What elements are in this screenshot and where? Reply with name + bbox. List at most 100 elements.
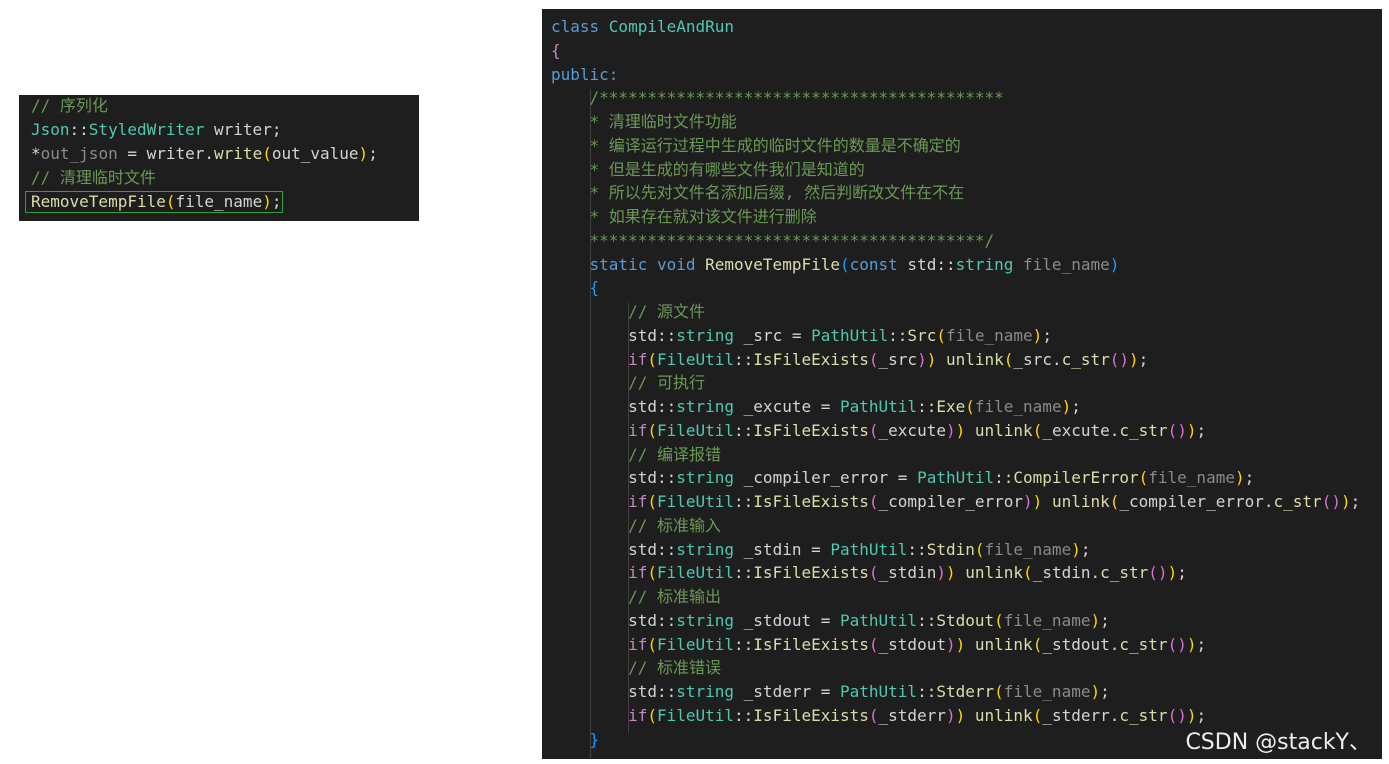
code-line: public: [551,63,618,87]
code-token: _stdin. [1032,563,1101,583]
code-token: ) [1071,539,1081,559]
code-token: () [1109,349,1130,369]
code-token: FileUtil [656,563,735,583]
code-token: if [628,349,648,369]
code-token: ) [1032,492,1043,511]
code-token: RemoveTempFile [705,254,840,274]
code-token: c_str [1119,634,1168,654]
code-token: file_name [1148,468,1235,488]
code-token: file_name [1003,682,1091,701]
code-token: _stdout = [734,610,840,630]
code-token: RemoveTempFile [31,192,166,211]
code-token: // 标准输入 [628,515,721,535]
code-token: c_str [1119,705,1168,725]
code-token: ) [1129,349,1139,369]
code-token: :: [734,705,754,725]
code-token: ; [1080,539,1091,559]
code-token: file_name [1003,610,1091,630]
code-token: ) [1090,682,1101,701]
code-token: IsFileExists [753,492,869,511]
code-token: PathUtil [840,397,918,416]
code-token: ) [358,144,369,163]
code-token: ) [945,420,956,440]
code-token: ( [647,634,657,654]
code-token: ) [1090,610,1101,630]
code-token: :: [917,682,937,701]
code-token: ) [1061,397,1072,416]
code-token: _stderr. [1042,705,1120,725]
code-token: Stdout [936,610,995,630]
code-token: _excute. [1042,420,1120,440]
code-token: = writer. [117,144,215,163]
code-token: ( [994,682,1004,701]
code-token: _stdout. [1042,634,1120,654]
code-token: unlink [965,563,1024,583]
code-token: ( [165,192,176,211]
code-token: FileUtil [656,492,735,511]
code-token: _src = [734,325,812,345]
code-token: FileUtil [656,634,735,654]
code-line: // 标准错误 [551,656,721,680]
code-token: FileUtil [656,349,735,369]
code-token: :: [917,397,937,416]
code-line: if(FileUtil::IsFileExists(_stdin)) unlin… [551,561,1187,585]
code-token: ( [1138,468,1149,488]
code-token: string [676,610,735,630]
code-line: // 标准输出 [551,585,721,609]
code-line: std::string _stdin = PathUtil::Stdin(fil… [551,538,1090,562]
code-token: if [628,492,648,511]
code-token: string [676,682,735,701]
code-token: ( [994,610,1004,630]
code-token: ; [1071,397,1081,416]
code-token: _compiler_error. [1119,492,1274,511]
code-token: ( [1023,563,1033,583]
code-token: _excute = [734,397,840,416]
code-token: std:: [551,539,677,559]
code-token: ( [647,705,657,725]
code-token: out_json [40,144,118,163]
code-token: ) [945,563,956,583]
code-token: ) [926,349,937,369]
code-snippet-call-site: // 序列化 Json::StyledWriter writer; *out_jso… [19,95,419,221]
code-token: /***************************************… [589,88,1004,108]
code-line: // 序列化 [31,95,108,118]
code-token: ; [1350,492,1361,511]
code-line: Json::StyledWriter writer; [31,118,281,142]
code-token: if [628,420,648,440]
code-token: ; [1100,610,1110,630]
code-token: ( [1032,705,1043,725]
code-token: ( [868,705,879,725]
code-token: out_value [271,144,359,163]
code-token: IsFileExists [753,705,869,725]
code-line: // 可执行 [551,371,705,395]
code-line: // 编译报错 [551,443,721,467]
code-token: ( [1032,634,1043,654]
code-line: ****************************************… [551,229,995,253]
code-line: /***************************************… [551,86,1004,110]
code-token: ; [1196,705,1207,725]
code-token: // 源文件 [628,302,705,321]
code-token: ( [974,539,985,559]
code-token: unlink [945,349,1004,369]
code-token: _src [878,349,918,369]
code-token: :: [888,325,908,345]
code-token: ( [647,420,657,440]
code-line: { [551,39,561,63]
code-line: std::string _compiler_error = PathUtil::… [551,466,1254,490]
